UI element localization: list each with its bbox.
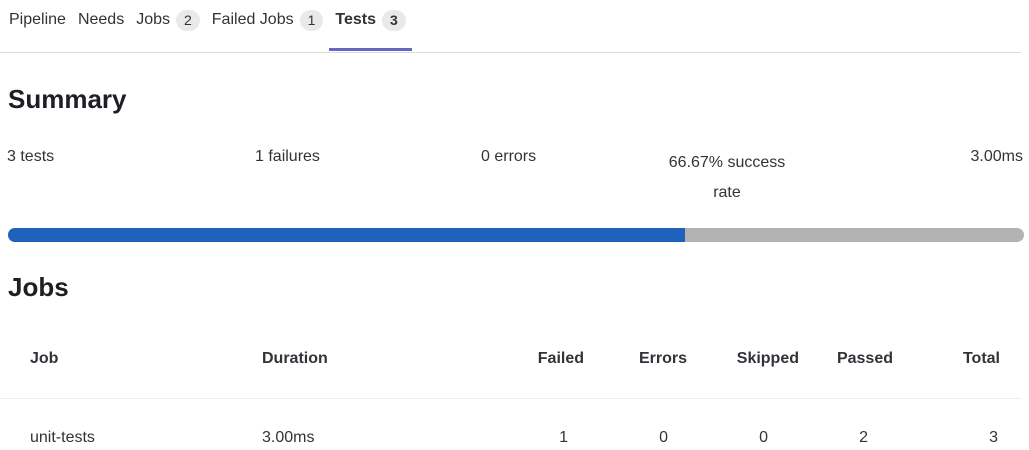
tab-label: Needs <box>77 11 125 28</box>
summary-heading: Summary <box>8 84 127 114</box>
tab-jobs[interactable]: Jobs 2 <box>130 0 206 40</box>
test-report-page: Pipeline Needs Jobs 2 Failed Jobs 1 Test… <box>0 0 1029 450</box>
success-progress-bar <box>8 228 1024 242</box>
tab-label: Tests <box>335 11 377 28</box>
job-passed: 2 <box>859 429 868 446</box>
success-progress-fill <box>8 228 686 242</box>
tab-label: Failed Jobs <box>211 11 294 28</box>
col-job: Job <box>30 350 59 367</box>
pipeline-tabs: Pipeline Needs Jobs 2 Failed Jobs 1 Test… <box>0 0 1021 53</box>
job-failed: 1 <box>559 429 568 446</box>
count-badge: 2 <box>175 9 200 31</box>
success-rate: 66.67% success rate <box>647 148 807 208</box>
job-errors: 0 <box>659 429 668 446</box>
job-name: unit-tests <box>30 429 95 446</box>
tests-count: 3 tests <box>7 148 55 165</box>
jobs-table-header: Job Duration Failed Errors Skipped Passe… <box>0 338 1021 399</box>
col-skipped: Skipped <box>736 350 799 367</box>
total-duration: 3.00ms <box>970 148 1023 165</box>
job-total: 3 <box>989 429 998 446</box>
count-badge: 1 <box>299 9 324 31</box>
success-rate-line2: rate <box>713 184 741 201</box>
failures-count: 1 failures <box>255 148 320 165</box>
table-row[interactable]: unit-tests 3.00ms 1 0 0 2 3 <box>0 398 1021 450</box>
col-duration: Duration <box>262 350 328 367</box>
tab-failed-jobs[interactable]: Failed Jobs 1 <box>206 0 330 40</box>
col-passed: Passed <box>836 350 893 367</box>
tab-needs[interactable]: Needs <box>72 0 130 40</box>
tab-pipeline[interactable]: Pipeline <box>0 0 72 40</box>
jobs-heading: Jobs <box>8 272 69 302</box>
success-rate-line1: 66.67% success <box>668 154 786 171</box>
col-errors: Errors <box>638 350 687 367</box>
summary-stats: 3 tests 1 failures 0 errors 66.67% succe… <box>7 148 1023 208</box>
col-total: Total <box>962 350 1000 367</box>
col-failed: Failed <box>537 350 584 367</box>
tab-tests[interactable]: Tests 3 <box>329 0 413 51</box>
job-skipped: 0 <box>759 429 768 446</box>
count-badge: 3 <box>382 9 406 31</box>
job-duration: 3.00ms <box>262 429 315 446</box>
errors-count: 0 errors <box>481 148 537 165</box>
tab-label: Jobs <box>136 11 170 28</box>
tab-label: Pipeline <box>9 11 66 28</box>
